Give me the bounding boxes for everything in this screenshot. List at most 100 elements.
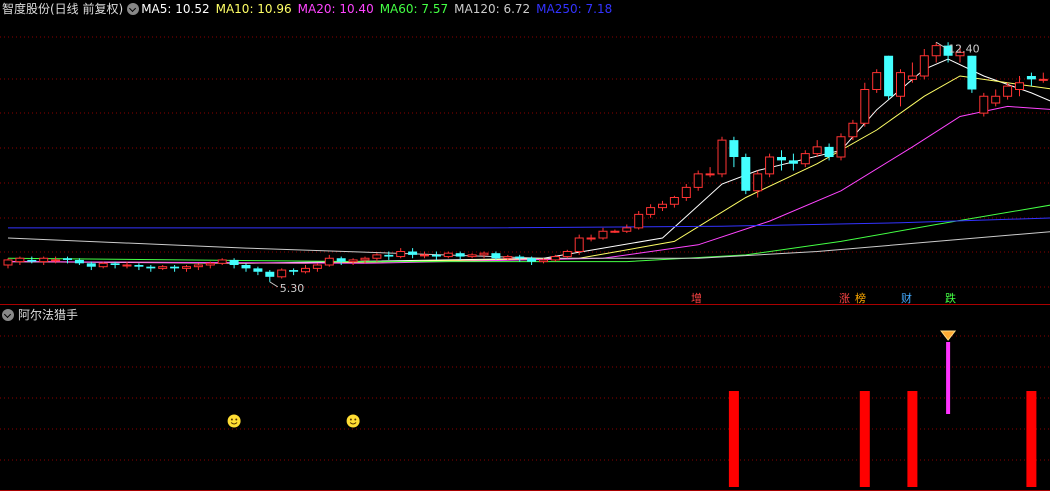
candle-body <box>681 186 691 198</box>
candle <box>312 263 322 272</box>
candle-body <box>896 72 905 97</box>
candle-body <box>384 254 394 257</box>
candle <box>765 153 775 178</box>
candle <box>574 234 584 255</box>
candle-body <box>443 252 453 258</box>
signal-bar <box>1026 391 1037 487</box>
candle-body <box>1038 78 1048 81</box>
candle-body <box>503 256 513 259</box>
ma-line-ma10 <box>7 75 1050 264</box>
candle <box>431 251 441 260</box>
candle <box>681 184 691 201</box>
candle-body <box>241 265 251 269</box>
candle-body <box>277 269 287 278</box>
main-chart-panel[interactable]: 12.40 5.30 增 涨榜 财 跌 智度股份(日线 前复权) MA5: 10.52 MA1… <box>0 0 1050 305</box>
candle-body <box>372 254 382 259</box>
chevron-down-icon[interactable] <box>127 3 140 15</box>
candle-body <box>110 263 120 265</box>
candle-body <box>788 160 798 164</box>
candle-body <box>824 146 834 157</box>
chevron-down-icon[interactable] <box>2 309 14 321</box>
candle-body <box>431 254 441 257</box>
indicator-header: 阿尔法猎手 <box>2 307 78 323</box>
candle-body <box>396 251 406 258</box>
candle <box>217 258 227 265</box>
candle-body <box>158 266 168 269</box>
indicator-chart[interactable] <box>0 305 1050 491</box>
candle-body <box>598 230 608 239</box>
candle <box>39 256 49 265</box>
candle <box>229 258 239 269</box>
candle-body <box>467 254 477 258</box>
candle-body <box>146 266 156 269</box>
candle-body <box>717 139 727 175</box>
candle-body <box>336 258 346 262</box>
candle <box>967 55 977 93</box>
ma-line-ma20 <box>7 105 1050 264</box>
candle <box>669 195 679 208</box>
high-price-label: 12.40 <box>948 42 980 55</box>
candle-body <box>39 257 49 263</box>
candle-body <box>182 266 191 269</box>
ma-label: MA10: 10.96 <box>215 2 292 16</box>
candle <box>467 253 477 259</box>
candle-body <box>979 95 989 114</box>
event-tag: 跌 <box>945 291 956 305</box>
candle-body <box>539 259 548 263</box>
candle <box>800 150 810 168</box>
candle-body <box>884 55 894 97</box>
candle-body <box>931 45 941 57</box>
candle-body <box>515 256 525 259</box>
candle-body <box>1015 82 1024 90</box>
candle-body <box>634 213 644 229</box>
candle <box>610 229 620 233</box>
candle-body <box>455 253 465 257</box>
candle <box>693 170 703 191</box>
candle <box>372 253 382 262</box>
candle-body <box>265 271 275 277</box>
candle-body <box>753 173 763 192</box>
candle-body <box>729 140 739 157</box>
kline-chart[interactable]: 12.40 5.30 增 涨榜 财 跌 <box>0 0 1050 305</box>
candle <box>324 254 334 267</box>
candle <box>836 133 846 161</box>
candle <box>812 140 822 157</box>
smiley-icon <box>227 414 241 428</box>
candle-body <box>991 95 1001 104</box>
candle-body <box>919 55 929 77</box>
candle-body <box>408 251 418 255</box>
signal-bar-magenta <box>946 342 951 414</box>
candle-body <box>289 270 299 272</box>
candle-body <box>550 256 560 261</box>
candle <box>1026 72 1036 87</box>
event-tag: 增 <box>691 291 702 305</box>
candle-body <box>229 259 239 265</box>
candle-body <box>3 259 13 266</box>
candle <box>253 266 263 276</box>
ma-label: MA60: 7.57 <box>379 2 449 16</box>
candle <box>265 270 275 282</box>
signal-bar <box>859 391 870 487</box>
candle-body <box>562 251 572 258</box>
candle-body <box>848 122 858 138</box>
ma-label: MA5: 10.52 <box>141 2 210 16</box>
candle-body <box>765 156 775 175</box>
low-price-label: 5.30 <box>280 282 305 295</box>
candle <box>146 265 156 272</box>
candle <box>777 150 786 171</box>
candle-body <box>907 75 917 80</box>
candle-body <box>967 55 977 90</box>
candle <box>443 251 453 259</box>
candle <box>15 256 25 265</box>
ma-label: MA20: 10.40 <box>297 2 374 16</box>
candle-body <box>312 264 322 269</box>
candle <box>277 268 287 279</box>
ma-legend: MA5: 10.52 MA10: 10.96 MA20: 10.40 MA60: 7.… <box>141 2 618 16</box>
indicator-panel[interactable]: 阿尔法猎手 <box>0 305 1050 491</box>
candle <box>931 42 941 63</box>
candle-body <box>193 264 203 268</box>
candle <box>134 263 144 271</box>
candle-body <box>170 266 180 269</box>
candle-body <box>74 259 84 264</box>
candle-body <box>1026 76 1036 80</box>
